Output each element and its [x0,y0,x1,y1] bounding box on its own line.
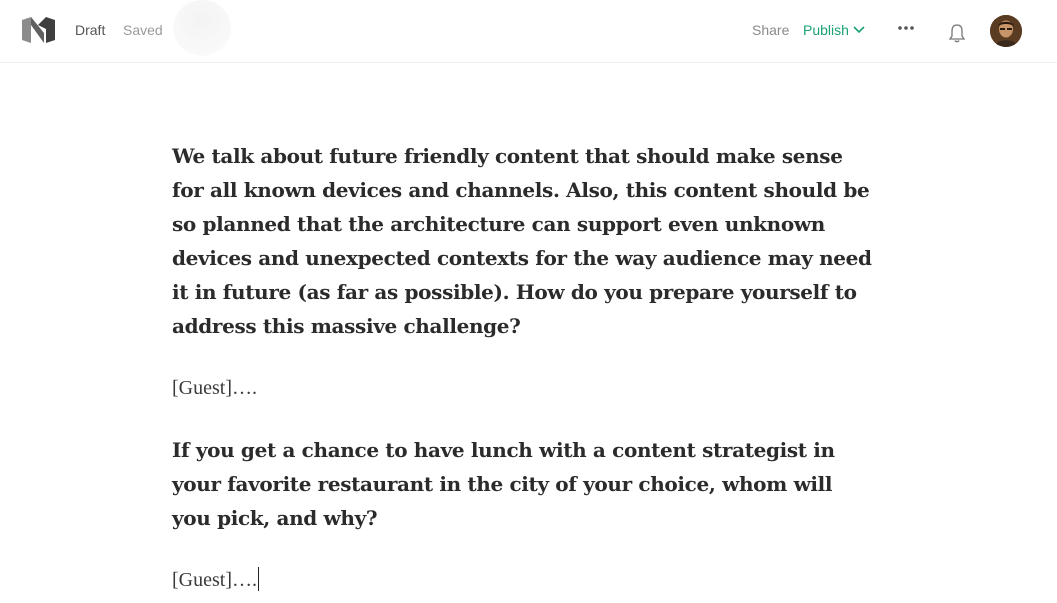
story-editor[interactable]: We talk about future friendly content th… [172,139,872,597]
publish-button[interactable]: Publish [803,22,849,38]
faded-author-avatar [173,0,231,56]
answer-text: [Guest]…. [172,569,257,591]
bell-icon[interactable] [947,22,967,44]
question-paragraph[interactable]: If you get a chance to have lunch with a… [172,433,872,535]
medium-logo-icon[interactable] [22,17,55,43]
guest-answer-placeholder[interactable]: [Guest]…. [172,563,872,597]
avatar-image [990,15,1022,47]
user-avatar[interactable] [990,15,1022,47]
guest-answer-placeholder[interactable]: [Guest]…. [172,371,872,405]
more-dots-icon[interactable] [896,20,916,36]
text-cursor [257,567,259,591]
saved-status: Saved [123,22,163,38]
chevron-down-icon[interactable] [853,25,865,35]
top-bar: Draft Saved Share Publish [0,0,1057,63]
share-button[interactable]: Share [752,22,789,38]
draft-status: Draft [75,22,106,38]
question-paragraph[interactable]: We talk about future friendly content th… [172,139,872,343]
